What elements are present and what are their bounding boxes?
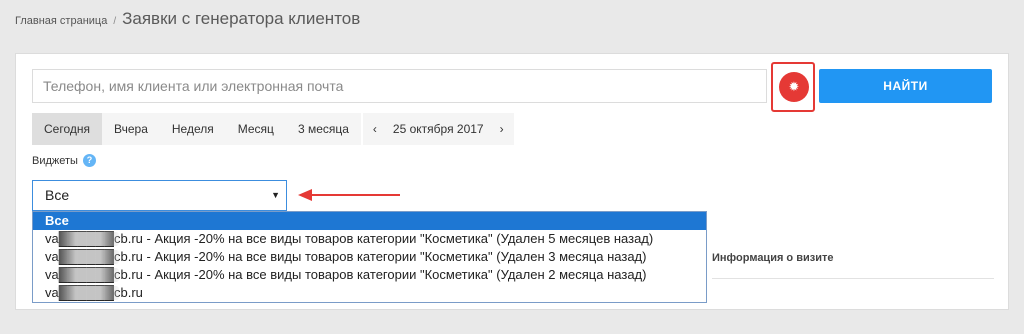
page-title: Заявки с генератора клиентов — [122, 9, 361, 28]
date-navigator: ‹ 25 октября 2017 › — [362, 113, 514, 145]
main-panel: ✹ НАЙТИ Сегодня Вчера Неделя Месяц 3 мес… — [15, 53, 1009, 310]
period-filter: Сегодня Вчера Неделя Месяц 3 месяца ‹ 25… — [32, 113, 514, 145]
chevron-left-icon[interactable]: ‹ — [363, 113, 387, 145]
breadcrumb: Главная страница / Заявки с генератора к… — [15, 9, 360, 29]
period-3-months[interactable]: 3 месяца — [285, 113, 361, 145]
widget-option[interactable]: va██████cb.ru - Акция -20% на все виды т… — [33, 248, 706, 266]
widget-option-label: Все — [45, 213, 69, 228]
annotation-arrow-icon — [298, 189, 400, 201]
find-button[interactable]: НАЙТИ — [819, 69, 992, 103]
help-icon[interactable]: ? — [82, 154, 96, 167]
widget-option-label: va██████cb.ru - Акция -20% на все виды т… — [45, 231, 654, 246]
visit-info-header: Информация о визите — [712, 252, 834, 264]
widget-option[interactable]: va██████cb.ru - Акция -20% на все виды т… — [33, 230, 706, 248]
gear-icon: ✹ — [788, 79, 800, 94]
widget-option-label: va██████cb.ru - Акция -20% на все виды т… — [45, 267, 647, 282]
redaction-blur — [57, 232, 119, 246]
period-week[interactable]: Неделя — [159, 113, 226, 145]
table-divider — [712, 278, 994, 279]
breadcrumb-separator: / — [113, 16, 117, 27]
widget-option-all[interactable]: Все — [33, 212, 706, 230]
period-today[interactable]: Сегодня — [32, 113, 102, 145]
period-yesterday[interactable]: Вчера — [102, 113, 160, 145]
widget-option[interactable]: va██████cb.ru — [33, 284, 706, 302]
widget-option-label: va██████cb.ru - Акция -20% на все виды т… — [45, 249, 647, 264]
widgets-options-list: Все va██████cb.ru - Акция -20% на все ви… — [32, 211, 707, 303]
period-month[interactable]: Месяц — [225, 113, 286, 145]
widget-option[interactable]: va██████cb.ru - Акция -20% на все виды т… — [33, 266, 706, 284]
widgets-label: Виджеты ? — [32, 154, 96, 167]
settings-highlight-box: ✹ — [771, 62, 815, 112]
search-input[interactable] — [32, 69, 767, 103]
current-date[interactable]: 25 октября 2017 — [387, 113, 490, 145]
redaction-blur — [57, 268, 119, 282]
redaction-blur — [57, 286, 119, 300]
widgets-label-text: Виджеты — [32, 154, 78, 167]
widgets-select[interactable]: Все ▼ — [32, 180, 287, 211]
widgets-select-value: Все — [45, 187, 70, 203]
chevron-right-icon[interactable]: › — [490, 113, 514, 145]
breadcrumb-home-link[interactable]: Главная страница — [15, 15, 107, 27]
caret-down-icon: ▼ — [271, 190, 280, 200]
settings-button[interactable]: ✹ — [779, 72, 809, 102]
redaction-blur — [57, 250, 119, 264]
